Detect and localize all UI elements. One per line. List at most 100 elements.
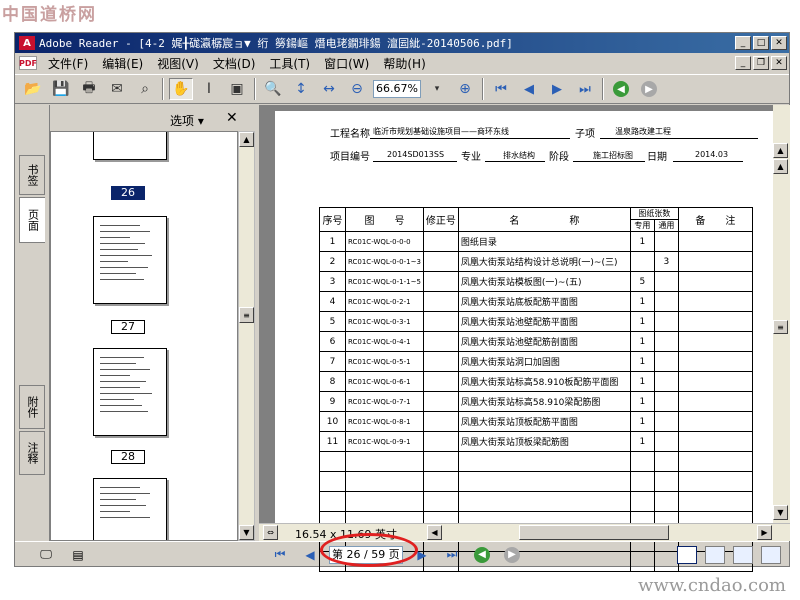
scrollbar-thumb[interactable]: ≡ bbox=[239, 307, 254, 323]
title-bar: A Adobe Reader - [4-2 娓╂硥瀛樼宸ョ▼ 绗 簩鍚嶇 熸电珯… bbox=[15, 33, 789, 53]
tab-pages[interactable]: 页面 bbox=[19, 197, 45, 243]
doc-close-button[interactable]: ✕ bbox=[771, 56, 787, 70]
cell-name: 凤凰大街泵站池壁配筋平面图 bbox=[457, 311, 631, 332]
document-view[interactable]: 工程名称 临沂市规划基础设施项目——商环东线 子项 温泉路改建工程 项目编号 2… bbox=[259, 105, 773, 572]
cell-drawing-no: RC01C-WQL-0-3-1 bbox=[345, 311, 424, 332]
scroll-up-alt-icon[interactable]: ▲ bbox=[773, 159, 788, 174]
facing-view-icon[interactable] bbox=[733, 545, 753, 564]
go-forward-view-icon[interactable]: ▶ bbox=[637, 78, 661, 100]
email-icon[interactable]: ✉ bbox=[105, 78, 129, 100]
empty-cell bbox=[457, 491, 631, 512]
project-name-label: 工程名称 bbox=[330, 129, 370, 140]
scroll-up-icon[interactable]: ▲ bbox=[773, 143, 788, 158]
close-button[interactable]: ✕ bbox=[771, 36, 787, 50]
print-icon[interactable]: 🖶 bbox=[77, 78, 101, 100]
cell-remark bbox=[677, 271, 753, 292]
status-go-back-icon[interactable]: ◀ bbox=[473, 546, 491, 563]
empty-cell bbox=[422, 491, 459, 512]
thumbnail-options-menu[interactable]: 选项 ▾ bbox=[170, 112, 204, 129]
specialty-label: 专业 bbox=[461, 152, 481, 163]
thumbnail-page-28[interactable] bbox=[93, 348, 167, 436]
snapshot-camera-icon[interactable]: ▣ bbox=[225, 78, 249, 100]
toolbar-separator bbox=[482, 78, 484, 100]
save-icon[interactable]: 💾 bbox=[49, 78, 73, 100]
menu-file[interactable]: 文件(F) bbox=[41, 55, 95, 72]
cell-name: 凤凰大街泵站顶板梁配筋图 bbox=[457, 431, 631, 452]
menu-tools[interactable]: 工具(T) bbox=[262, 55, 317, 72]
thumbnail-label-27[interactable]: 27 bbox=[111, 320, 145, 334]
scrollbar-thumb[interactable] bbox=[519, 525, 669, 540]
tab-bookmarks[interactable]: 书签 bbox=[19, 155, 45, 195]
scroll-down-icon[interactable]: ▼ bbox=[239, 525, 254, 540]
fit-height-icon[interactable]: ↕ bbox=[289, 78, 313, 100]
minimize-button[interactable]: _ bbox=[735, 36, 751, 50]
hand-tool-icon[interactable]: ✋ bbox=[169, 78, 193, 100]
menu-document[interactable]: 文档(D) bbox=[206, 55, 263, 72]
previous-page-icon[interactable]: ◀ bbox=[517, 78, 541, 100]
search-binoculars-icon[interactable]: ⌕ bbox=[133, 78, 157, 100]
zoom-in-icon[interactable]: ⊕ bbox=[453, 78, 477, 100]
go-back-view-icon[interactable]: ◀ bbox=[609, 78, 633, 100]
thumbnail-label-28[interactable]: 28 bbox=[111, 450, 145, 464]
cell-seq: 4 bbox=[319, 291, 346, 312]
continuous-facing-view-icon[interactable] bbox=[761, 545, 781, 564]
empty-cell bbox=[653, 491, 679, 512]
maximize-button[interactable]: □ bbox=[753, 36, 769, 50]
menu-view[interactable]: 视图(V) bbox=[150, 55, 206, 72]
tab-comments[interactable]: 注释 bbox=[19, 431, 45, 475]
scroll-right-icon[interactable]: ▶ bbox=[757, 525, 772, 540]
single-page-view-icon[interactable] bbox=[677, 545, 697, 564]
thumbnail-scrollbar[interactable]: ▲ ≡ ▼ bbox=[238, 131, 255, 541]
cell-general bbox=[653, 271, 679, 292]
status-last-page-icon[interactable]: ⏭ bbox=[443, 547, 461, 563]
cell-revision bbox=[422, 231, 459, 252]
zoom-dropdown-icon[interactable]: ▾ bbox=[425, 78, 449, 100]
thumbnail-page-27[interactable] bbox=[93, 216, 167, 304]
underline bbox=[600, 138, 758, 139]
status-previous-page-icon[interactable]: ◀ bbox=[301, 547, 319, 563]
open-folder-icon[interactable]: 📂 bbox=[21, 78, 45, 100]
thumbnail-page-29[interactable] bbox=[93, 478, 167, 540]
menu-edit[interactable]: 编辑(E) bbox=[95, 55, 150, 72]
split-handle-icon[interactable]: ⇔ bbox=[263, 525, 278, 540]
doc-minimize-button[interactable]: _ bbox=[735, 56, 751, 70]
status-go-forward-icon[interactable]: ▶ bbox=[503, 546, 521, 563]
menu-window[interactable]: 窗口(W) bbox=[317, 55, 376, 72]
thumbnail-list[interactable]: 26 27 28 bbox=[50, 131, 238, 541]
continuous-view-icon[interactable] bbox=[705, 545, 725, 564]
scroll-up-icon[interactable]: ▲ bbox=[239, 132, 254, 147]
thumbnail-pane: 选项 ▾ ✕ 26 27 28 ▲ ≡ ▼ bbox=[49, 105, 255, 541]
col-name: 名 称 bbox=[457, 207, 631, 232]
cell-dedicated: 1 bbox=[629, 331, 655, 352]
scroll-left-icon[interactable]: ◀ bbox=[427, 525, 442, 540]
last-page-icon[interactable]: ⏭ bbox=[573, 78, 597, 100]
fit-width-icon[interactable]: ↔ bbox=[317, 78, 341, 100]
page-layout-icon[interactable]: ▤ bbox=[69, 547, 87, 563]
adobe-reader-window: A Adobe Reader - [4-2 娓╂硥瀛樼宸ョ▼ 绗 簩鍚嶇 熸电珯… bbox=[14, 32, 790, 572]
status-first-page-icon[interactable]: ⏮ bbox=[271, 547, 289, 563]
thumbnail-label-26[interactable]: 26 bbox=[111, 186, 145, 200]
thumbnail-close-icon[interactable]: ✕ bbox=[226, 110, 238, 126]
cell-dedicated: 1 bbox=[629, 231, 655, 252]
select-text-icon[interactable]: I bbox=[197, 78, 221, 100]
toolbar: 📂 💾 🖶 ✉ ⌕ ✋ I ▣ 🔍 ↕ ↔ ⊖ 66.67% ▾ ⊕ ⏮ ◀ ▶… bbox=[15, 74, 789, 104]
toolbar-separator bbox=[162, 78, 164, 100]
scrollbar-thumb[interactable]: ≡ bbox=[773, 320, 788, 334]
doc-restore-button[interactable]: ❐ bbox=[753, 56, 769, 70]
zoom-in-magnifier-icon[interactable]: 🔍 bbox=[261, 78, 285, 100]
zoom-level-input[interactable]: 66.67% bbox=[373, 80, 421, 98]
monitor-icon[interactable]: 🖵 bbox=[37, 547, 55, 563]
next-page-icon[interactable]: ▶ bbox=[545, 78, 569, 100]
cell-remark bbox=[677, 351, 753, 372]
zoom-out-icon[interactable]: ⊖ bbox=[345, 78, 369, 100]
cell-dedicated: 1 bbox=[629, 431, 655, 452]
thumbnail-page-26[interactable] bbox=[93, 132, 167, 160]
first-page-icon[interactable]: ⏮ bbox=[489, 78, 513, 100]
document-vertical-scrollbar[interactable]: ▲ ▲ ≡ ▼ bbox=[773, 105, 790, 523]
toolbar-separator bbox=[254, 78, 256, 100]
tab-attachments[interactable]: 附件 bbox=[19, 385, 45, 429]
menu-help[interactable]: 帮助(H) bbox=[376, 55, 432, 72]
empty-cell bbox=[677, 471, 753, 492]
pdf-document-icon[interactable]: PDF bbox=[19, 56, 37, 70]
scroll-down-icon[interactable]: ▼ bbox=[773, 505, 788, 520]
